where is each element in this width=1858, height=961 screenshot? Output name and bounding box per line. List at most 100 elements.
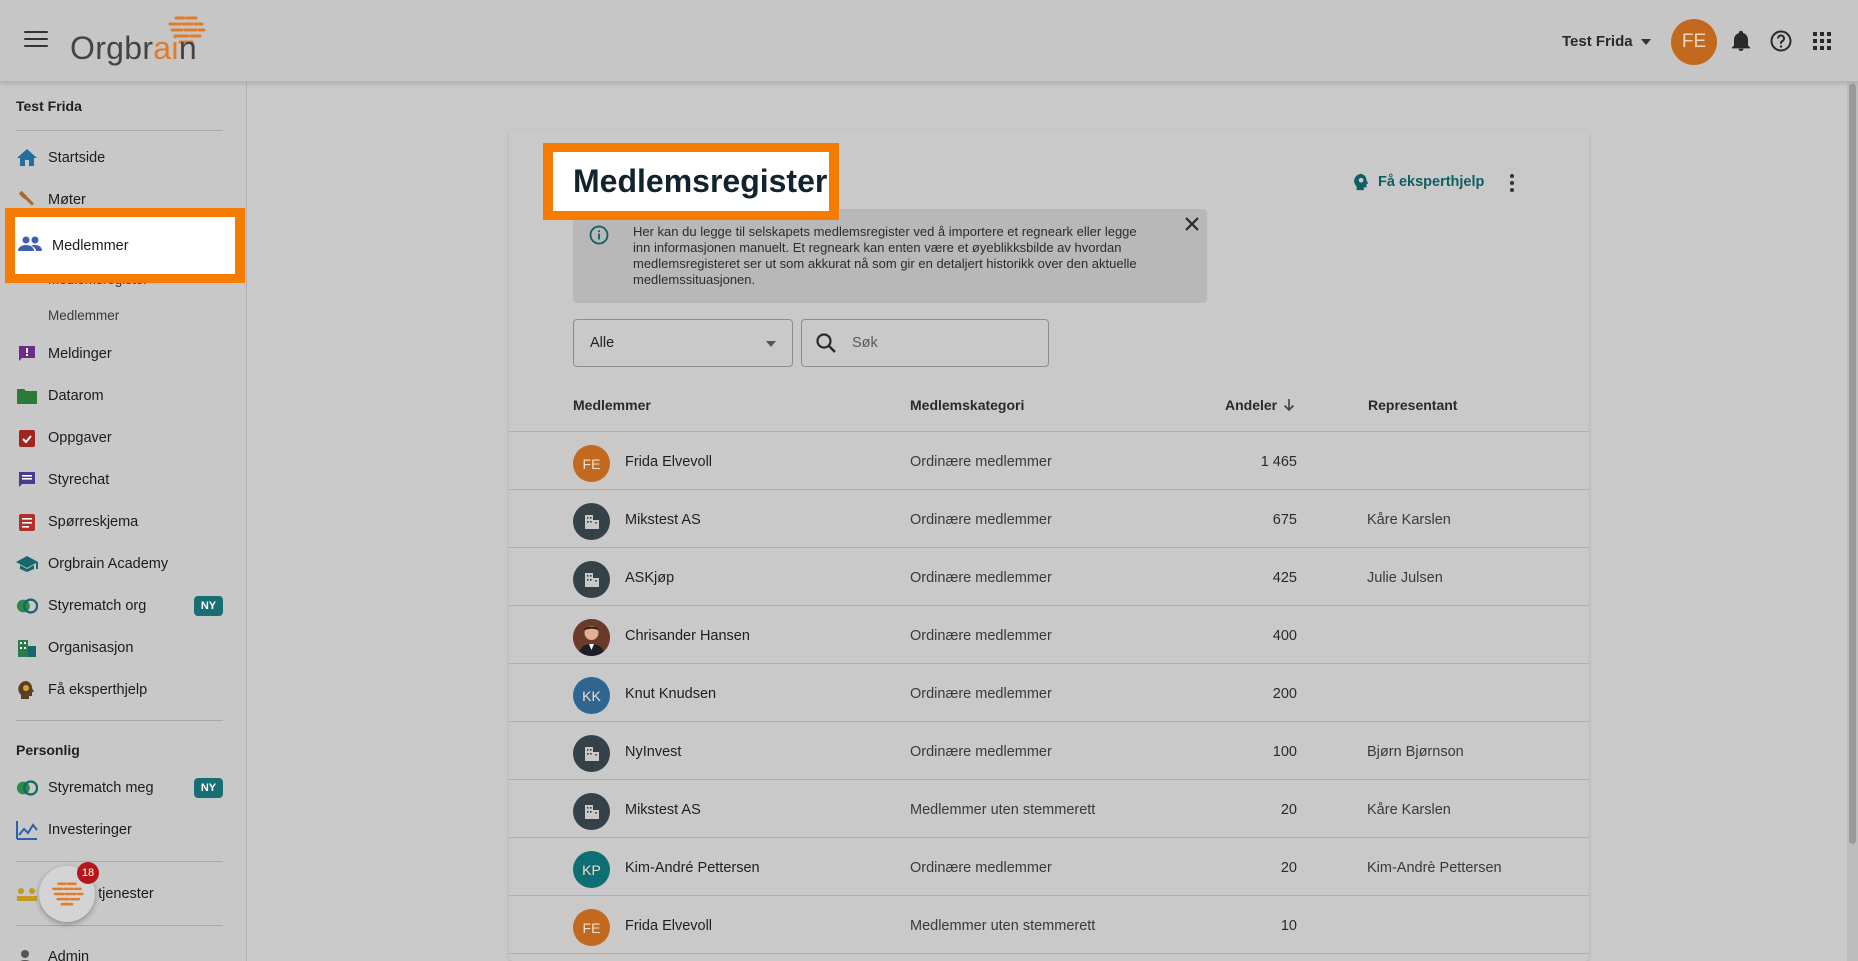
sidebar-subitem-medlemmer[interactable]: Medlemmer [48, 308, 119, 323]
sidebar-item-eksperthjelp[interactable]: Få eksperthjelp [16, 678, 147, 702]
member-category: Ordinære medlemmer [910, 744, 1052, 760]
expert-head-icon [1354, 173, 1369, 191]
sidebar-item-styrechat[interactable]: Styrechat [16, 468, 109, 492]
sidebar-item-organisasjon[interactable]: Organisasjon [16, 636, 133, 660]
sidebar-item-label: Medlemmer [52, 237, 129, 254]
close-icon[interactable] [1181, 213, 1203, 235]
member-name[interactable]: Knut Knudsen [625, 686, 716, 702]
member-shares: 1 465 [1260, 454, 1297, 470]
table-row[interactable]: Chrisander Hansen Ordinære medlemmer 400 [509, 606, 1589, 664]
sidebar-item-label: Få eksperthjelp [48, 682, 148, 698]
orgbrain-assistant-button[interactable]: 18 [39, 862, 99, 922]
sidebar-item-admin[interactable]: Admin [16, 945, 89, 961]
sidebar-item-label: Orgbrain Academy [48, 556, 169, 572]
table-row[interactable]: Mikstest AS Medlemmer uten stemmerett 20 Kå… [509, 780, 1589, 838]
task-icon [16, 427, 38, 449]
column-header-shares[interactable]: Andeler [1225, 397, 1295, 413]
help-icon[interactable] [1769, 29, 1793, 53]
table-row[interactable]: KK Knut Knudsen Ordinære medlemmer 200 [509, 664, 1589, 722]
styrematch-icon [16, 595, 38, 617]
search-field[interactable] [801, 319, 1049, 367]
member-name[interactable]: Frida Elvevoll [625, 918, 712, 934]
member-representative: Bjørn Bjørnson [1367, 744, 1464, 760]
sidebar-item-medlemmer-highlight[interactable]: Medlemmer [5, 208, 245, 283]
member-name[interactable]: Mikstest AS [625, 802, 701, 818]
table-row[interactable]: KP Kim-André Pettersen Ordinære medlemmer 2… [509, 838, 1589, 896]
sidebar-item-label: Styrechat [48, 472, 110, 488]
member-category: Medlemmer uten stemmerett [910, 918, 1096, 934]
sidebar-item-styrematch-org[interactable]: Styrematch org [16, 594, 146, 618]
column-header-representative[interactable]: Representant [1368, 397, 1457, 413]
sidebar-item-datarom[interactable]: Datarom [16, 384, 104, 408]
divider [16, 861, 223, 862]
avatar: KK [573, 677, 610, 714]
sidebar-item-label: Meldinger [48, 346, 112, 362]
info-banner: Her kan du legge til selskapets medlemsr… [573, 209, 1207, 303]
scrollbar[interactable] [1847, 82, 1858, 961]
school-icon [16, 553, 38, 575]
sidebar-item-label: Styrematch meg [48, 780, 154, 796]
new-badge: NY [194, 596, 223, 616]
arrow-down-icon [1284, 399, 1295, 412]
table-row[interactable]: ASKjøp Ordinære medlemmer 425 Julie Julsen [509, 548, 1589, 606]
member-name[interactable]: ASKjøp [625, 570, 674, 586]
logo-text: Orgbrain [70, 30, 197, 66]
member-shares: 400 [1272, 628, 1297, 644]
table-row[interactable]: FE Frida Elvevoll Ordinære medlemmer 1 465 [509, 432, 1589, 490]
more-options-icon[interactable] [1504, 172, 1520, 194]
company-icon [573, 735, 610, 772]
table-row[interactable]: NyInvest Ordinære medlemmer 100 Bjørn Bjørn… [509, 722, 1589, 780]
member-category: Ordinære medlemmer [910, 686, 1052, 702]
filter-value: Alle [590, 335, 615, 351]
admin-icon [16, 946, 38, 961]
sidebar-item-startside[interactable]: Startside [16, 146, 105, 170]
table-row[interactable]: FE Frida Elvevoll Medlemmer uten stemmeret… [509, 896, 1589, 954]
logo-mark-icon [52, 882, 84, 906]
company-icon [573, 561, 610, 598]
sidebar-item-label: Admin [48, 949, 90, 961]
member-category: Ordinære medlemmer [910, 628, 1052, 644]
orgbrain-logo[interactable]: Orgbrain [70, 15, 220, 67]
sidebar-item-styrematch-meg[interactable]: Styrematch meg [16, 776, 154, 800]
search-icon [816, 333, 836, 353]
expert-help-button[interactable]: Få eksperthjelp [1353, 173, 1484, 191]
avatar: FE [573, 909, 610, 946]
message-alert-icon [16, 343, 38, 365]
sidebar-item-meldinger[interactable]: Meldinger [16, 342, 112, 366]
new-badge: NY [194, 778, 223, 798]
member-filter-select[interactable]: Alle [573, 319, 793, 367]
personal-section-title: Personlig [16, 742, 80, 758]
sidebar-item-oppgaver[interactable]: Oppgaver [16, 426, 112, 450]
org-name: Test Frida [16, 98, 82, 114]
member-name[interactable]: Kim-André Pettersen [625, 860, 760, 876]
search-input[interactable] [852, 332, 1032, 354]
member-representative: Julie Julsen [1367, 570, 1443, 586]
apps-grid-icon[interactable] [1810, 29, 1834, 53]
member-name[interactable]: Mikstest AS [625, 512, 701, 528]
user-menu[interactable]: Test Frida [1562, 33, 1651, 50]
sidebar-item-sporreskjema[interactable]: Spørreskjema [16, 510, 138, 534]
member-shares: 200 [1272, 686, 1297, 702]
member-category: Ordinære medlemmer [910, 512, 1052, 528]
member-name[interactable]: Chrisander Hansen [625, 628, 750, 644]
menu-icon[interactable] [24, 31, 48, 51]
expert-help-label: Få eksperthjelp [1378, 174, 1485, 190]
page-title: Medlemsregister [553, 152, 829, 211]
scrollbar-thumb[interactable] [1849, 84, 1856, 844]
sidebar-item-investeringer[interactable]: Investeringer [16, 818, 132, 842]
avatar[interactable]: FE [1671, 19, 1717, 65]
page-title-highlight: Medlemsregister [543, 143, 839, 220]
column-header-category[interactable]: Medlemskategori [910, 397, 1024, 413]
bell-icon[interactable] [1729, 29, 1753, 53]
member-name[interactable]: Frida Elvevoll [625, 454, 712, 470]
sidebar-item-academy[interactable]: Orgbrain Academy [16, 552, 168, 576]
member-name[interactable]: NyInvest [625, 744, 681, 760]
table-row[interactable]: Mikstest AS Ordinære medlemmer 675 Kåre Kar… [509, 490, 1589, 548]
sidebar-item-label: Investeringer [48, 822, 132, 838]
sidebar-item-label: Startside [48, 150, 106, 166]
column-header-members[interactable]: Medlemmer [573, 397, 651, 413]
member-representative: Kåre Karslen [1367, 512, 1451, 528]
top-bar: Orgbrain Test Frida FE [0, 0, 1858, 82]
sidebar-item-label: Møter [48, 192, 86, 208]
folder-icon [16, 385, 38, 407]
